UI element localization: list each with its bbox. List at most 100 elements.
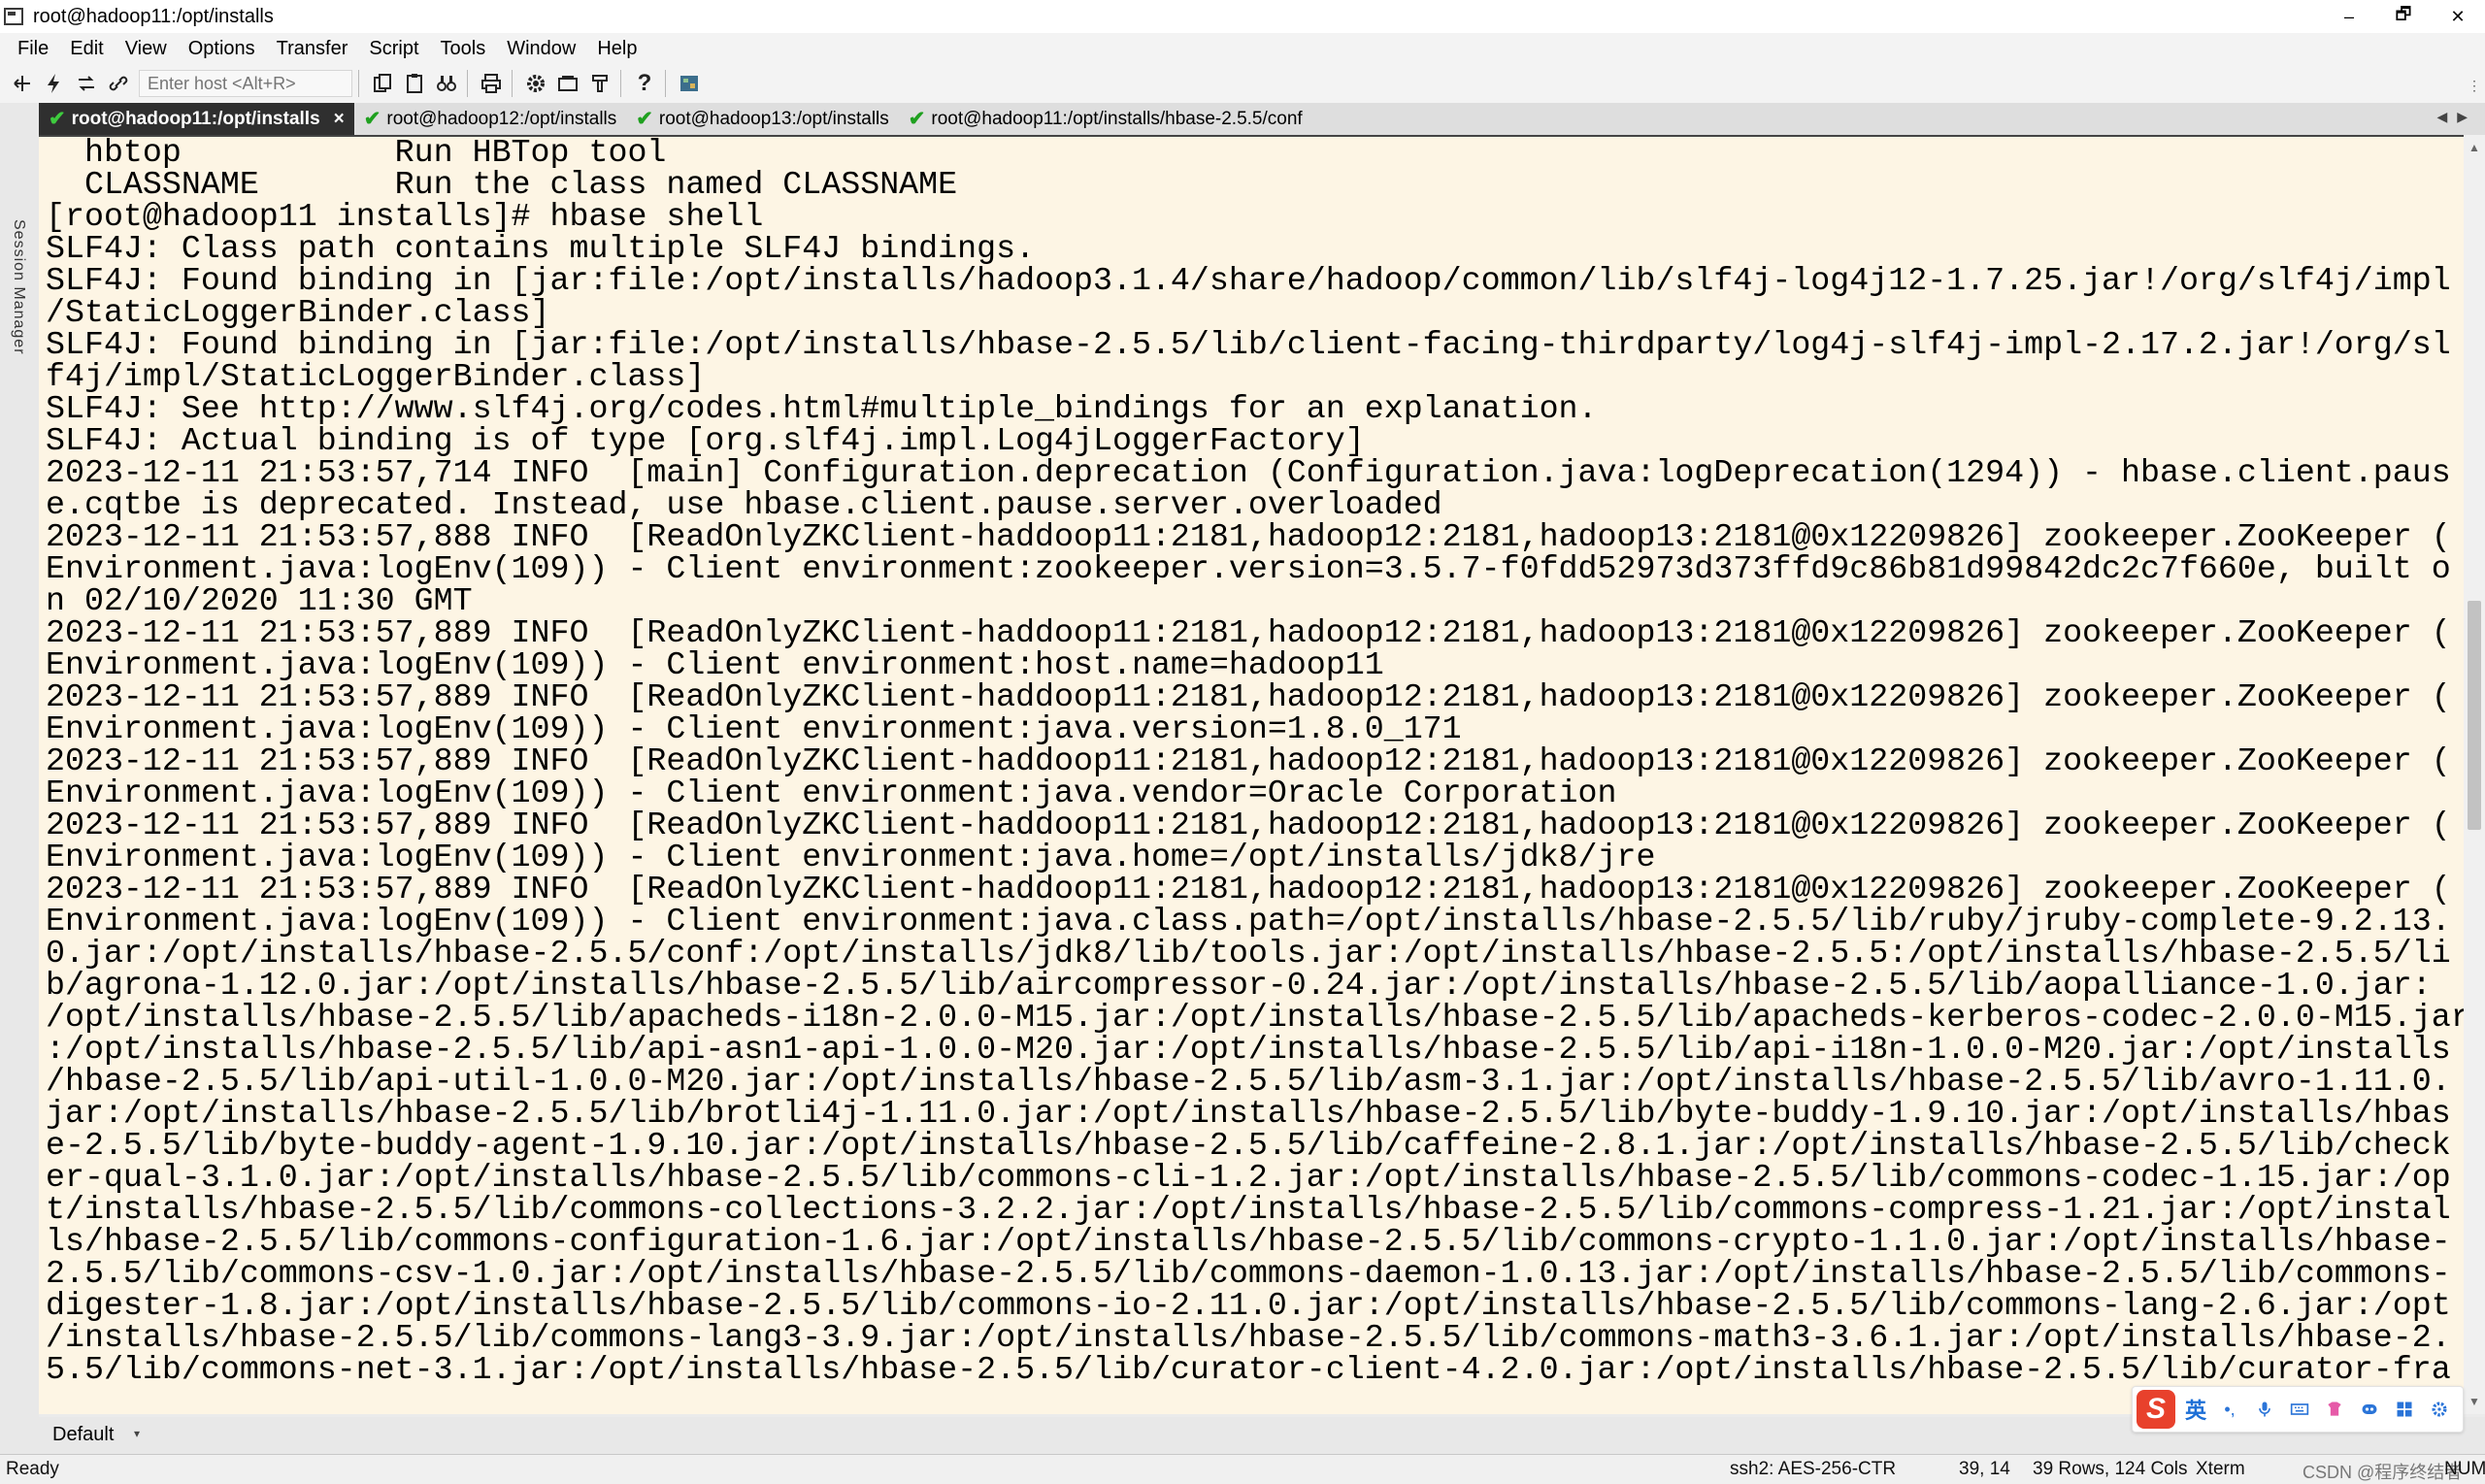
terminal-line: Environment.java:logEnv(109)) - Client e… (46, 646, 1384, 683)
print-icon[interactable] (477, 69, 506, 98)
find-icon[interactable] (432, 69, 461, 98)
connected-check-icon: ✔ (49, 108, 66, 130)
terminal-line: 2.5.5/lib/commons-csv-1.0.jar:/opt/insta… (46, 1255, 2451, 1292)
sogou-logo-icon[interactable]: S (2137, 1390, 2175, 1429)
button-bar: Default ▾ (0, 1417, 2485, 1454)
terminal-line: e-2.5.5/lib/byte-buddy-agent-1.9.10.jar:… (46, 1127, 2451, 1164)
terminal-line: t/installs/hbase-2.5.5/lib/commons-colle… (46, 1191, 2451, 1228)
restore-button[interactable]: 🗗 (2376, 0, 2431, 33)
terminal-line: digester-1.8.jar:/opt/installs/hbase-2.5… (46, 1287, 2451, 1324)
menu-options[interactable]: Options (178, 38, 266, 60)
menu-transfer[interactable]: Transfer (266, 38, 359, 60)
minimize-button[interactable]: – (2322, 0, 2376, 33)
chevron-down-icon[interactable]: ▾ (134, 1427, 140, 1440)
scroll-down-icon[interactable]: ▼ (2468, 1395, 2480, 1408)
terminal-line: SLF4J: Class path contains multiple SLF4… (46, 230, 1036, 267)
help-icon[interactable]: ? (630, 69, 659, 98)
menu-tools[interactable]: Tools (430, 38, 497, 60)
punctuation-icon[interactable]: •, (2218, 1399, 2241, 1420)
emoji-icon[interactable] (2358, 1399, 2381, 1420)
tab-hadoop11-installs[interactable]: ✔ root@hadoop11:/opt/installs × (39, 103, 354, 135)
tab-hadoop11-hbase-conf[interactable]: ✔ root@hadoop11:/opt/installs/hbase-2.5.… (899, 103, 1312, 135)
tab-label: root@hadoop13:/opt/installs (658, 108, 889, 129)
close-tab-icon[interactable]: × (334, 109, 345, 130)
title-bar: root@hadoop11:/opt/installs – 🗗 ✕ (0, 0, 2485, 33)
close-window-button[interactable]: ✕ (2431, 0, 2485, 33)
toolbar-separator (620, 70, 621, 97)
status-num-lock: NUM (2444, 1459, 2485, 1479)
terminal-line: b/agrona-1.12.0.jar:/opt/installs/hbase-… (46, 967, 2432, 1004)
session-manager-label: Session Manager (11, 219, 27, 355)
menu-script[interactable]: Script (358, 38, 429, 60)
scrollbar-thumb[interactable] (2468, 601, 2481, 830)
toolbar-separator (665, 70, 666, 97)
terminal-line: n 02/10/2020 11:30 GMT (46, 582, 473, 619)
terminal-line: [root@hadoop11 installs]# hbase shell (46, 198, 764, 235)
terminal-line: er-qual-3.1.0.jar:/opt/installs/hbase-2.… (46, 1159, 2451, 1196)
map-icon[interactable] (675, 69, 704, 98)
ime-language-toggle[interactable]: 英 (2185, 1394, 2206, 1425)
tab-hadoop13-installs[interactable]: ✔ root@hadoop13:/opt/installs (626, 103, 899, 135)
host-input[interactable] (139, 70, 352, 97)
terminal-line: Environment.java:logEnv(109)) - Client e… (46, 710, 1462, 747)
terminal-line: CLASSNAME Run the class named CLASSNAME (46, 166, 958, 203)
terminal-line: ls/hbase-2.5.5/lib/commons-configuration… (46, 1223, 2451, 1260)
scroll-up-icon[interactable]: ▲ (2468, 141, 2480, 154)
toolbar-separator (358, 70, 359, 97)
toolbar-overflow-icon[interactable]: ⋮ (2468, 78, 2481, 94)
terminal-line: /StaticLoggerBinder.class] (46, 294, 550, 331)
session-manager-strip[interactable]: Session Manager (0, 103, 39, 1452)
terminal-line: 5.5/lib/commons-net-3.1.jar:/opt/install… (46, 1351, 2451, 1388)
terminal-line: SLF4J: Found binding in [jar:file:/opt/i… (46, 326, 2451, 363)
toolbox-icon[interactable] (2393, 1399, 2416, 1420)
terminal-line: SLF4J: See http://www.slf4j.org/codes.ht… (46, 390, 1598, 427)
terminal-line: e.cqtbe is deprecated. Instead, use hbas… (46, 486, 1442, 523)
terminal-output[interactable]: hbtop Run HBTop tool CLASSNAME Run the c… (39, 135, 2464, 1414)
session-tabs: ✔ root@hadoop11:/opt/installs × ✔ root@h… (39, 103, 2485, 135)
keymap-icon[interactable] (585, 69, 614, 98)
tab-label: root@hadoop12:/opt/installs (386, 108, 617, 129)
sftp-icon[interactable] (553, 69, 582, 98)
ime-toolbar: S 英 •, (2132, 1386, 2464, 1433)
status-terminal-type: Xterm (2196, 1459, 2245, 1479)
terminal-line: Environment.java:logEnv(109)) - Client e… (46, 903, 2451, 940)
disconnect-icon[interactable] (104, 69, 133, 98)
skin-icon[interactable] (2323, 1399, 2346, 1420)
terminal-line: f4j/impl/StaticLoggerBinder.class] (46, 358, 706, 395)
settings-icon[interactable] (521, 69, 550, 98)
tab-hadoop12-installs[interactable]: ✔ root@hadoop12:/opt/installs (354, 103, 627, 135)
terminal-line: SLF4J: Found binding in [jar:file:/opt/i… (46, 262, 2451, 299)
toolbar-separator (512, 70, 513, 97)
terminal-line: :/opt/installs/hbase-2.5.5/lib/api-asn1-… (46, 1031, 2451, 1068)
toolbar: ? ⋮ (0, 64, 2485, 103)
copy-icon[interactable] (368, 69, 397, 98)
toolbar-separator (467, 70, 468, 97)
terminal-line: /opt/installs/hbase-2.5.5/lib/apacheds-i… (46, 999, 2464, 1036)
connect-icon[interactable] (8, 69, 37, 98)
terminal-scrollbar[interactable]: ▲ ▼ (2464, 135, 2485, 1414)
menu-file[interactable]: File (0, 38, 59, 60)
gear-icon[interactable] (2428, 1399, 2451, 1420)
microphone-icon[interactable] (2253, 1399, 2276, 1420)
status-ready: Ready (6, 1459, 59, 1479)
app-icon (4, 8, 23, 25)
keyboard-icon[interactable] (2288, 1399, 2311, 1420)
window-controls: – 🗗 ✕ (2322, 0, 2485, 33)
terminal-line: hbtop Run HBTop tool (46, 135, 667, 171)
terminal-line: 2023-12-11 21:53:57,889 INFO [ReadOnlyZK… (46, 614, 2451, 651)
connected-check-icon: ✔ (636, 108, 653, 130)
connected-check-icon: ✔ (363, 108, 381, 130)
menu-help[interactable]: Help (586, 38, 647, 60)
quick-connect-icon[interactable] (40, 69, 69, 98)
terminal-line: 0.jar:/opt/installs/hbase-2.5.5/conf:/op… (46, 935, 2451, 972)
menu-view[interactable]: View (115, 38, 178, 60)
menu-window[interactable]: Window (496, 38, 586, 60)
terminal-line: /hbase-2.5.5/lib/api-util-1.0.0-M20.jar:… (46, 1063, 2451, 1100)
terminal-line: /installs/hbase-2.5.5/lib/commons-lang3-… (46, 1319, 2451, 1356)
reconnect-icon[interactable] (72, 69, 101, 98)
paste-icon[interactable] (400, 69, 429, 98)
menu-edit[interactable]: Edit (59, 38, 114, 60)
default-button-bar[interactable]: Default (43, 1421, 124, 1448)
tab-scroll-arrows-icon[interactable]: ◀▶ (2436, 109, 2477, 125)
terminal-line: 2023-12-11 21:53:57,714 INFO [main] Conf… (46, 454, 2451, 491)
